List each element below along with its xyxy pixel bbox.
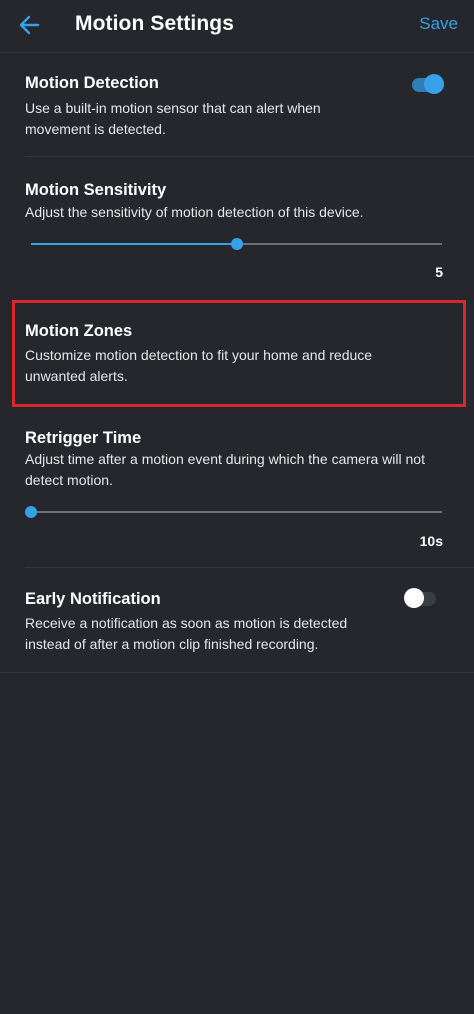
motion-detection-description: Use a built-in motion sensor that can al… — [25, 100, 321, 137]
slider-thumb[interactable] — [25, 506, 37, 518]
highlight-box — [12, 300, 466, 407]
arrow-left-icon[interactable] — [16, 12, 42, 38]
divider — [0, 672, 474, 673]
early-notification-row: Early Notification Receive a notificatio… — [0, 568, 474, 672]
motion-sensitivity-title: Motion Sensitivity — [25, 181, 167, 199]
early-notification-description: Receive a notification as soon as motion… — [25, 615, 348, 652]
slider-rail — [31, 511, 442, 513]
motion-sensitivity-slider[interactable] — [31, 234, 442, 254]
app-header: Motion Settings Save — [0, 0, 474, 53]
motion-sensitivity-value: 5 — [435, 264, 443, 280]
retrigger-time-row: Retrigger Time Adjust time after a motio… — [0, 408, 474, 566]
page-title: Motion Settings — [75, 12, 234, 35]
slider-thumb[interactable] — [230, 238, 243, 250]
slider-fill — [31, 243, 237, 245]
early-notification-toggle[interactable] — [404, 588, 438, 608]
toggle-knob — [424, 74, 444, 94]
retrigger-time-slider[interactable] — [25, 502, 442, 522]
motion-detection-title: Motion Detection — [25, 74, 159, 92]
early-notification-title: Early Notification — [25, 590, 161, 608]
motion-sensitivity-row: Motion Sensitivity Adjust the sensitivit… — [0, 157, 474, 297]
retrigger-time-title: Retrigger Time — [25, 429, 142, 447]
toggle-knob — [404, 588, 424, 608]
retrigger-time-value: 10s — [419, 533, 443, 549]
motion-detection-row: Motion Detection Use a built-in motion s… — [0, 53, 474, 156]
retrigger-time-description: Adjust time after a motion event during … — [25, 451, 425, 488]
motion-sensitivity-description: Adjust the sensitivity of motion detecti… — [25, 204, 364, 220]
motion-detection-toggle[interactable] — [412, 74, 446, 94]
save-button[interactable]: Save — [419, 14, 458, 34]
